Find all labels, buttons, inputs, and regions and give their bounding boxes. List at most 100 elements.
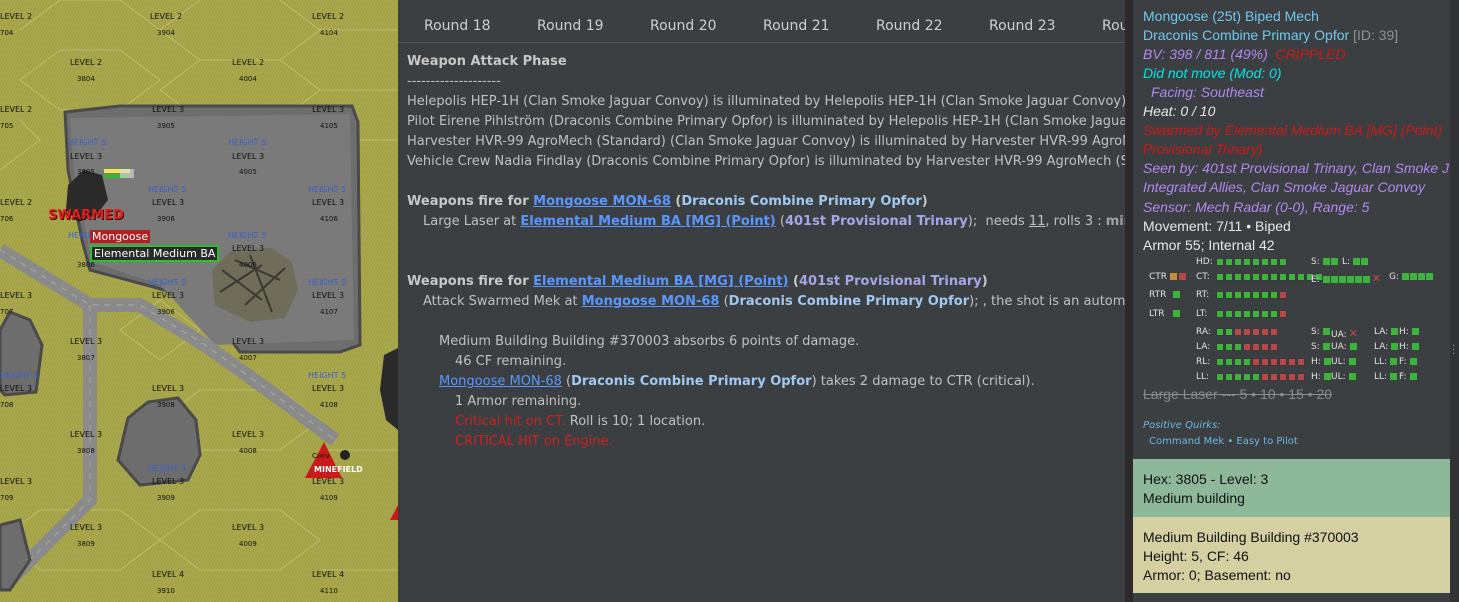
unit-move-stat: Movement: 7/11 • Biped <box>1143 218 1291 234</box>
tab-round-18[interactable]: Round 18 <box>424 18 491 34</box>
log-line: Medium Building Building #370003 absorbs… <box>439 334 860 349</box>
map-level-label: LEVEL 3 <box>70 523 103 532</box>
map-level-label: LEVEL 2 <box>0 198 33 207</box>
loc-lt-label: LT: <box>1196 309 1208 319</box>
map-hex-number: 704 <box>0 29 14 37</box>
map-level-label: LEVEL 2 <box>232 58 265 67</box>
unit-link-mongoose[interactable]: Mongoose MON-68 <box>533 194 671 209</box>
loc-hd-label: HD: <box>1196 257 1213 267</box>
log-line: 46 CF remaining. <box>455 354 567 369</box>
unit-bv: BV: 398 / 811 (49%) CRIPPLED <box>1143 46 1346 62</box>
tab-round-21[interactable]: Round 21 <box>763 18 830 34</box>
report-log: Weapon Attack Phase --------------------… <box>407 52 1125 452</box>
map-level-label: LEVEL 2 <box>0 12 33 21</box>
map-level-label: LEVEL 3 <box>152 291 185 300</box>
unit-owner: Draconis Combine Primary Opfor [ID: 39] <box>1143 27 1399 43</box>
unit-swarmed: Swarmed by Elemental Medium BA [MG] (Poi… <box>1143 122 1443 138</box>
log-line: Harvester HVR-99 AgroMech (Standard) (Cl… <box>407 134 1125 149</box>
crit-ll-ll: LL: <box>1374 372 1398 382</box>
unit-seen-by: Seen by: 401st Provisional Trinary, Clan… <box>1143 160 1450 176</box>
map-hex-number: 3905 <box>157 122 175 130</box>
map-hex-number: 3909 <box>157 494 175 502</box>
map-hex-number: 708 <box>0 401 14 409</box>
ctr-armor-pip <box>1170 273 1177 280</box>
map-hex-number: 4008 <box>239 447 257 455</box>
unit-label-mongoose[interactable]: Mongoose <box>90 230 151 243</box>
loc-rt-label: RT: <box>1196 290 1210 300</box>
crit-ra-h: H: <box>1399 327 1419 337</box>
map-hex-number: 4108 <box>320 401 338 409</box>
crit-rl-f: F: <box>1399 357 1417 367</box>
ra-armor-pips <box>1216 328 1278 336</box>
map-hex-number: 3906 <box>157 215 175 223</box>
tab-round-20[interactable]: Round 20 <box>650 18 717 34</box>
map-hex-number: 3809 <box>77 540 95 548</box>
crit-la-la: LA: <box>1374 342 1399 352</box>
crit-la-s: S: <box>1311 342 1330 352</box>
map-level-label: LEVEL 3 <box>312 291 345 300</box>
panel-scrollbar[interactable] <box>1450 0 1459 602</box>
unit-link-elemental[interactable]: Elemental Medium BA [MG] (Point) <box>533 274 788 289</box>
crit-ll-f: F: <box>1399 372 1417 382</box>
crit-ra-s: S: <box>1311 327 1330 337</box>
map-hex-number: 4110 <box>320 587 338 595</box>
tab-round-22[interactable]: Round 22 <box>876 18 943 34</box>
map-level-label: LEVEL 4 <box>312 570 345 579</box>
map-level-label: LEVEL 3 <box>0 384 33 393</box>
unit-movement-mod: Did not move (Mod: 0) <box>1143 65 1282 81</box>
building-armor: Armor: 0; Basement: no <box>1143 567 1291 583</box>
unit-link-mongoose[interactable]: Mongoose MON-68 <box>439 374 562 389</box>
map-hex-number: 4004 <box>239 75 257 83</box>
map-height-label: HEIGHT 5 <box>228 231 267 240</box>
crit-la-ua: UA: <box>1331 342 1357 352</box>
ltr-armor-pip <box>1173 310 1180 317</box>
map-level-label: LEVEL 2 <box>150 12 183 21</box>
map-level-label: LEVEL 3 <box>70 152 103 161</box>
tab-round-19[interactable]: Round 19 <box>537 18 604 34</box>
map-level-label: LEVEL 3 <box>152 198 185 207</box>
crit-life-support: L: <box>1342 257 1369 267</box>
map-level-label: LEVEL 3 <box>312 105 345 114</box>
game-map[interactable]: LEVEL 2 LEVEL 2 LEVEL 2 LEVEL 2 LEVEL 2 … <box>0 0 398 602</box>
damage-line: Mongoose MON-68 (Draconis Combine Primar… <box>439 374 1035 389</box>
map-hex-number: 4109 <box>320 494 338 502</box>
lt-armor-pips <box>1216 310 1287 318</box>
tab-round-23[interactable]: Round 23 <box>989 18 1056 34</box>
rt-armor-pips <box>1216 291 1287 299</box>
map-level-label: LEVEL 3 <box>152 105 185 114</box>
unit-seen-by-cont: Integrated Allies, Clan Smoke Jaguar Con… <box>1143 179 1425 195</box>
crit-ll-ul: UL: <box>1331 372 1356 382</box>
hd-armor-pips <box>1216 258 1287 266</box>
tab-round-24[interactable]: Rou <box>1102 18 1125 34</box>
unit-info-panel: Mongoose (25t) Biped Mech Draconis Combi… <box>1133 0 1450 602</box>
ct-armor-pips <box>1216 273 1323 281</box>
unit-armor: Armor 55; Internal 42 <box>1143 237 1275 253</box>
map-hex-number: 3806 <box>77 261 95 269</box>
weapons-fire-header: Weapons fire for Mongoose MON-68 (Dracon… <box>407 194 928 209</box>
unit-label-elemental[interactable]: Elemental Medium BA <box>90 245 220 262</box>
crit-line: Critical hit on CT. Roll is 10; 1 locati… <box>455 414 706 429</box>
map-level-label: LEVEL 2 <box>70 58 103 67</box>
map-height-label: HEIGHT 5 <box>308 278 347 287</box>
map-level-label: LEVEL 3 <box>232 152 265 161</box>
unit-facing: Facing: Southeast <box>1151 84 1264 100</box>
resize-handle-icon[interactable]: · · · <box>1452 342 1455 360</box>
map-level-label: LEVEL 3 <box>70 337 103 346</box>
log-line: Vehicle Crew Nadia Findlay (Draconis Com… <box>407 154 1125 169</box>
hex-info-box: Hex: 3805 - Level: 3 Medium building <box>1133 459 1450 517</box>
map-hex-number: 4106 <box>320 215 338 223</box>
loc-ra-label: RA: <box>1196 327 1211 337</box>
rtr-armor-pip <box>1173 291 1180 298</box>
crit-ra-la: LA: <box>1374 327 1399 337</box>
building-height-cf: Height: 5, CF: 46 <box>1143 548 1249 564</box>
map-level-label: LEVEL 3 <box>312 198 345 207</box>
unit-link-mongoose[interactable]: Mongoose MON-68 <box>582 294 720 309</box>
unit-name: Mongoose (25t) Biped Mech <box>1143 8 1319 24</box>
hex-info: Hex: 3805 - Level: 3 <box>1143 471 1269 487</box>
map-hex-number: 3805 <box>77 168 95 176</box>
unit-link-elemental[interactable]: Elemental Medium BA [MG] (Point) <box>520 214 775 229</box>
la-armor-pips <box>1216 343 1278 351</box>
panel-divider[interactable] <box>1125 0 1133 602</box>
building-info-box: Medium Building Building #370003 Height:… <box>1133 517 1450 593</box>
map-level-label: LEVEL 2 <box>312 12 345 21</box>
